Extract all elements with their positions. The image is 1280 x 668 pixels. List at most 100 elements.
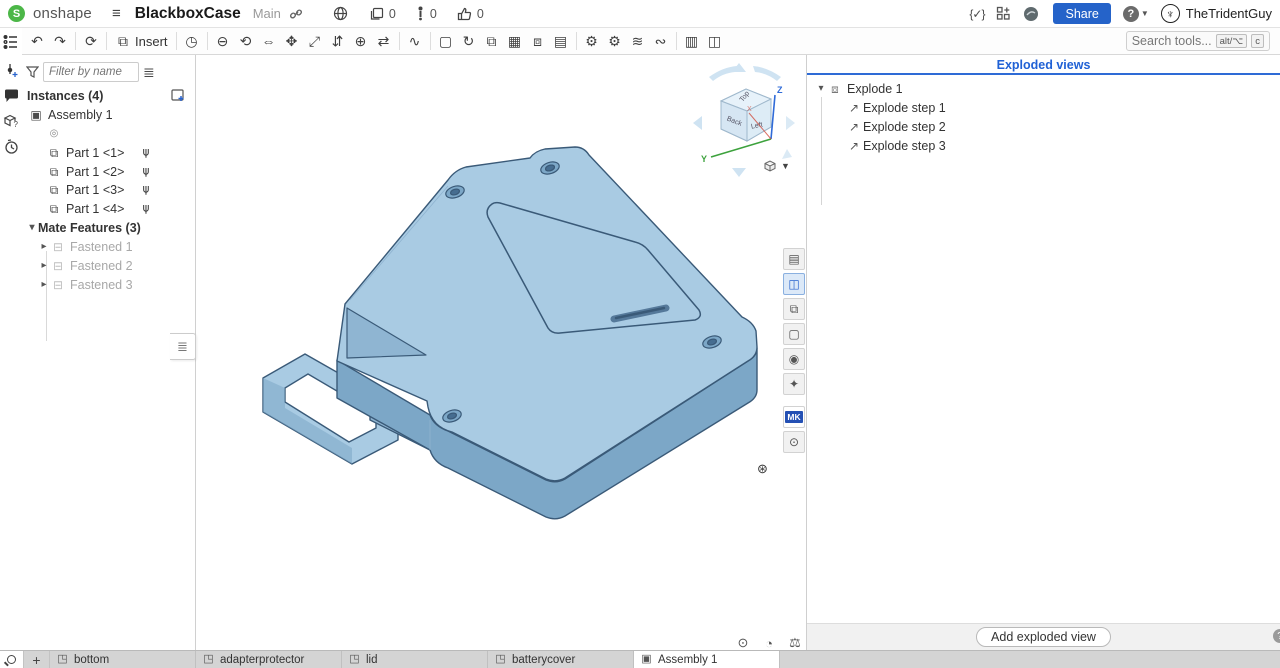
tab-lid[interactable]: ◳ lid [342, 651, 488, 668]
parallel-mate-icon[interactable]: ⇄ [373, 30, 395, 52]
model-tree-toggle-icon[interactable] [0, 31, 22, 53]
tree-item-assembly[interactable]: ▣ Assembly 1 [22, 105, 196, 124]
share-button[interactable]: Share [1053, 3, 1110, 24]
rollback-icon[interactable]: ⟳ [80, 30, 102, 52]
left-icon-strip: ? [0, 28, 22, 650]
appearance-lock-icon[interactable]: ◉ [783, 348, 805, 370]
tree-item-part-1[interactable]: ⧉ Part 1 <1> ⋔ [22, 143, 196, 162]
mate-connector-icon[interactable]: ⋔ [138, 164, 154, 180]
pin-slot-mate-icon[interactable]: ⇵ [327, 30, 349, 52]
tree-item-fastened-2[interactable]: ▸ ⊟ Fastened 2 [22, 256, 196, 275]
protractor-icon[interactable]: ◔ [759, 634, 779, 650]
tree-item-part-4[interactable]: ⧉ Part 1 <4> ⋔ [22, 199, 196, 218]
tree-item-fastened-3[interactable]: ▸ ⊟ Fastened 3 [22, 275, 196, 294]
comments-icon[interactable] [0, 85, 22, 107]
globe-icon[interactable] [333, 6, 348, 21]
tab-batterycover[interactable]: ◳ batterycover [488, 651, 634, 668]
undo-icon[interactable]: ↶ [26, 30, 48, 52]
assembly-3d-model[interactable] [251, 143, 771, 523]
help-menu[interactable]: ? ▼ [1123, 6, 1149, 22]
likes-counter[interactable]: 0 [457, 7, 484, 21]
main-menu-icon[interactable]: ≡ [112, 6, 121, 21]
add-exploded-view-button[interactable]: Add exploded view [976, 627, 1111, 647]
named-views-icon[interactable]: ◫ [704, 30, 726, 52]
tree-item-part-2[interactable]: ⧉ Part 1 <2> ⋔ [22, 162, 196, 181]
featurescript-icon[interactable]: {✓} [969, 8, 984, 20]
planar-mate-icon[interactable]: ✥ [281, 30, 303, 52]
mate-features-header-row[interactable]: ▾ Mate Features (3) [22, 218, 196, 237]
mate-connector-icon[interactable]: ⋔ [138, 145, 154, 161]
tree-item-explode-step-1[interactable]: ↗ Explode step 1 [849, 98, 946, 117]
panel-help-icon[interactable]: ? [1273, 629, 1280, 643]
bom-icon[interactable]: ▥ [681, 30, 703, 52]
mk-app-icon[interactable]: MK [783, 406, 805, 428]
search-tools-field[interactable]: Search tools... alt/⌥ c [1126, 31, 1270, 51]
tree-item-explode-1[interactable]: ▾ ⧈ Explode 1 [815, 79, 903, 98]
section-view-icon[interactable]: ▢ [783, 323, 805, 345]
redo-icon[interactable]: ↷ [49, 30, 71, 52]
ball-mate-icon[interactable]: ⊕ [350, 30, 372, 52]
workspace-name[interactable]: Main [253, 6, 281, 21]
group-icon[interactable]: ▦ [504, 30, 526, 52]
fastened-mate-icon[interactable]: ⊖ [212, 30, 234, 52]
insert-button[interactable]: ⧉ Insert [111, 30, 172, 52]
filter-input[interactable] [43, 62, 139, 82]
versions-icon[interactable]: ? [0, 110, 22, 132]
copies-counter[interactable]: 0 [370, 7, 396, 21]
replicate-icon[interactable]: ⧉ [481, 30, 503, 52]
box-select-icon[interactable]: ▢ [435, 30, 457, 52]
tab-assembly-1[interactable]: ▣ Assembly 1 [634, 651, 780, 668]
link-icon[interactable] [289, 7, 303, 21]
gear-relation-icon[interactable]: ⚙ [581, 30, 603, 52]
filter-icon[interactable] [26, 66, 39, 78]
tangent-mate-icon[interactable]: ∿ [404, 30, 426, 52]
expand-chevron-icon[interactable]: ▸ [38, 241, 50, 252]
app-store-icon[interactable] [996, 6, 1011, 21]
tree-item-explode-step-2[interactable]: ↗ Explode step 2 [849, 117, 946, 136]
onshape-logo-text[interactable]: onshape [33, 5, 92, 22]
followers-counter[interactable]: 0 [416, 6, 437, 21]
rotate-instance-icon[interactable]: ↻ [458, 30, 480, 52]
collapse-chevron-icon[interactable]: ▾ [815, 83, 827, 94]
insert-instance-icon[interactable] [170, 88, 186, 104]
tree-item-part-3[interactable]: ⧉ Part 1 <3> ⋔ [22, 180, 196, 199]
tree-item-origin[interactable]: ◎ [22, 124, 196, 143]
collapse-chevron-icon[interactable]: ▾ [26, 222, 38, 233]
tab-adapterprotector[interactable]: ◳ adapterprotector [196, 651, 342, 668]
belt-relation-icon[interactable]: ∾ [650, 30, 672, 52]
history-icon[interactable] [0, 135, 22, 157]
revolute-mate-icon[interactable]: ⟲ [235, 30, 257, 52]
tape-measure-icon[interactable]: ⊙ [733, 634, 753, 650]
named-positions-icon[interactable]: ⧉ [783, 298, 805, 320]
search-tabs-button[interactable] [0, 651, 24, 668]
features-panel-icon[interactable]: ▤ [783, 248, 805, 270]
pattern-icon[interactable]: ▤ [550, 30, 572, 52]
mate-connector-icon[interactable]: ⋔ [138, 182, 154, 198]
onshape-logo-icon[interactable]: S [8, 5, 25, 22]
document-title[interactable]: BlackboxCase [135, 5, 241, 23]
slider-mate-icon[interactable]: ⇔ [258, 30, 280, 52]
mate-connector-icon[interactable]: ⋔ [138, 201, 154, 217]
expand-chevron-icon[interactable]: ▸ [38, 260, 50, 271]
ai-assistant-icon[interactable] [1023, 6, 1039, 22]
rack-relation-icon[interactable]: ≋ [627, 30, 649, 52]
render-studio-icon[interactable]: ⊙ [783, 431, 805, 453]
graphics-area[interactable]: Top Back Left Z Y X ▼ [196, 55, 807, 650]
model-tree-flyout-handle[interactable]: ≣ [170, 333, 196, 360]
exploded-views-icon[interactable]: ◫ [783, 273, 805, 295]
cylindrical-mate-icon[interactable]: ⤢ [304, 30, 326, 52]
list-view-icon[interactable]: ≣ [143, 65, 155, 79]
sprocket-relation-icon[interactable]: ⚙ [604, 30, 626, 52]
expand-chevron-icon[interactable]: ▸ [38, 279, 50, 290]
tab-bottom[interactable]: ◳ bottom [50, 651, 196, 668]
snapshot-icon[interactable]: ⧈ [527, 30, 549, 52]
part-icon: ⧉ [46, 201, 62, 217]
tree-item-fastened-1[interactable]: ▸ ⊟ Fastened 1 [22, 237, 196, 256]
user-avatar[interactable]: ♆ [1161, 4, 1180, 23]
mate-icon[interactable]: ◷ [181, 30, 203, 52]
mass-properties-icon[interactable]: ⚖ [785, 634, 805, 650]
new-tab-button[interactable]: + [24, 651, 50, 668]
mate-connector-new-icon[interactable] [0, 60, 22, 82]
simulation-icon[interactable]: ✦ [783, 373, 805, 395]
tree-item-explode-step-3[interactable]: ↗ Explode step 3 [849, 136, 946, 155]
